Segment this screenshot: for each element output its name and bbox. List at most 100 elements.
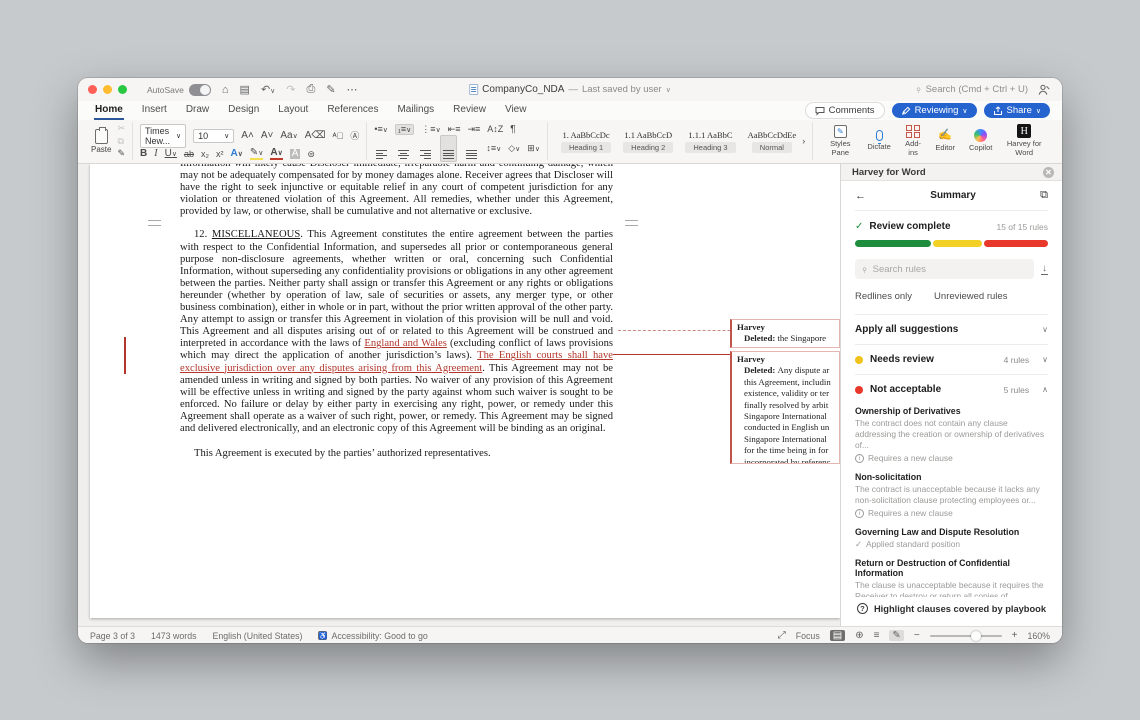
export-download-icon[interactable]: ↓ <box>1041 263 1048 275</box>
style-heading2[interactable]: 1.1 AaBbCcD Heading 2 <box>617 128 679 155</box>
numbering-icon[interactable]: ₁≡∨ <box>394 124 415 135</box>
tab-draw[interactable]: Draw <box>185 102 210 120</box>
format-painter-icon[interactable]: ✎ <box>117 149 125 158</box>
phonetic-guide-icon[interactable]: ᴬ⃞ <box>333 131 344 141</box>
distribute-button[interactable] <box>464 136 479 161</box>
highlight-color-icon[interactable]: ✎∨ <box>249 148 264 160</box>
tab-view[interactable]: View <box>504 102 528 120</box>
zoom-slider[interactable] <box>929 630 1002 641</box>
style-heading3[interactable]: 1.1.1 AaBbC Heading 3 <box>679 128 741 155</box>
grow-font-icon[interactable]: A˄ <box>241 131 254 141</box>
rules-search-input[interactable]: ⌕ <box>855 259 1034 279</box>
dictate-button[interactable]: Dictate <box>860 130 897 152</box>
draw-pen-icon[interactable]: ✎ <box>326 83 335 96</box>
undo-icon[interactable]: ↶∨ <box>261 83 275 96</box>
close-window-button[interactable] <box>88 85 97 94</box>
multilevel-list-icon[interactable]: ⋮≡∨ <box>421 125 440 135</box>
zoom-in-icon[interactable]: + <box>1012 630 1018 641</box>
rule-card[interactable]: Non-solicitation The contract is unaccep… <box>855 472 1048 518</box>
align-center-button[interactable] <box>396 136 411 161</box>
decrease-indent-icon[interactable]: ⇤≡ <box>448 125 461 134</box>
print-icon[interactable]: ⎙ <box>307 83 316 96</box>
underline-button[interactable]: U∨ <box>165 149 177 159</box>
styles-pane-button[interactable]: ✎ Styles Pane <box>820 124 860 157</box>
font-name-select[interactable]: Times New... ∨ <box>140 124 187 148</box>
saved-status[interactable]: Last saved by user <box>582 84 662 95</box>
open-in-window-icon[interactable]: ⧉ <box>1040 189 1048 202</box>
enclose-characters-icon[interactable]: ⊜ <box>307 149 315 159</box>
share-button[interactable]: Share ∨ <box>983 103 1050 118</box>
language-indicator[interactable]: English (United States) <box>212 631 302 641</box>
style-normal[interactable]: AaBbCcDdEe Normal <box>742 128 803 155</box>
subscript-button[interactable]: x₂ <box>201 149 209 159</box>
shrink-font-icon[interactable]: A˅ <box>261 131 274 141</box>
reviewing-button[interactable]: Reviewing ∨ <box>891 103 977 118</box>
clear-formatting-icon[interactable]: A⌫ <box>305 131 326 141</box>
home-icon[interactable]: ⌂ <box>222 84 229 96</box>
titlebar-search[interactable]: ⌕ Search (Cmd + Ctrl + U) <box>913 84 1028 96</box>
strikethrough-button[interactable]: ab <box>184 149 194 159</box>
print-layout-view-icon[interactable]: ▤ <box>829 630 846 641</box>
copy-icon[interactable]: ⧉ <box>117 136 125 146</box>
sort-icon[interactable]: A↕Z <box>487 125 503 134</box>
rule-card[interactable]: Ownership of Derivatives The contract do… <box>855 406 1048 463</box>
align-right-button[interactable] <box>418 136 433 161</box>
tracked-change-callout[interactable]: Harvey Deleted: the Singapore <box>730 319 840 348</box>
tab-layout[interactable]: Layout <box>277 102 309 120</box>
filter-redlines-only[interactable]: Redlines only <box>855 291 912 302</box>
line-spacing-icon[interactable]: ↕≡∨ <box>486 144 501 154</box>
zoom-window-button[interactable] <box>118 85 127 94</box>
cut-icon[interactable]: ✂ <box>117 124 125 133</box>
paste-button[interactable]: Paste <box>91 126 111 154</box>
show-paragraph-marks-icon[interactable]: ¶ <box>510 124 515 135</box>
document-text[interactable]: Information will likely cause Discloser … <box>180 164 613 460</box>
change-case-icon[interactable]: Aa∨ <box>280 131 297 141</box>
apply-all-suggestions-row[interactable]: Apply all suggestions ∨ <box>841 315 1062 344</box>
pen-tool-icon[interactable]: ✎ <box>889 630 904 641</box>
font-size-select[interactable]: 10 ∨ <box>193 129 235 143</box>
page-indicator[interactable]: Page 3 of 3 <box>90 631 135 641</box>
comments-button[interactable]: Comments <box>804 102 885 119</box>
rule-card[interactable]: Governing Law and Dispute Resolution ✓ Ap… <box>855 527 1048 549</box>
paragraph-shading-icon[interactable]: ◇∨ <box>508 144 520 154</box>
presence-share-icon[interactable] <box>1038 84 1050 96</box>
tab-home[interactable]: Home <box>94 102 124 120</box>
close-panel-icon[interactable]: ✕ <box>1043 166 1054 178</box>
editor-button[interactable]: ✍ Editor <box>928 129 962 152</box>
borders-icon[interactable]: ⊞∨ <box>527 144 540 154</box>
font-color-icon[interactable]: A∨ <box>270 148 283 160</box>
italic-button[interactable]: I <box>154 149 157 159</box>
document-page[interactable]: Information will likely cause Discloser … <box>90 164 840 618</box>
redo-icon[interactable]: ↷ <box>286 83 295 96</box>
back-arrow-icon[interactable]: ← <box>855 190 866 202</box>
shading-a-icon[interactable]: A <box>289 149 301 159</box>
bullets-icon[interactable]: •≡∨ <box>374 125 388 135</box>
rule-card[interactable]: Return or Destruction of Confidential In… <box>855 558 1048 597</box>
zoom-level[interactable]: 160% <box>1028 631 1051 641</box>
bold-button[interactable]: B <box>140 149 147 159</box>
tab-insert[interactable]: Insert <box>141 102 168 120</box>
draft-view-icon[interactable]: ≡ <box>874 630 880 641</box>
autosave-toggle[interactable] <box>188 83 211 96</box>
save-icon[interactable]: ▤ <box>240 83 250 96</box>
tracked-change-callout[interactable]: Harvey Deleted: Any dispute ar this Agre… <box>730 351 840 464</box>
needs-review-section[interactable]: Needs review 4 rules ∨ <box>841 345 1062 374</box>
more-commands-icon[interactable]: ⋯ <box>347 83 358 96</box>
expand-icon[interactable]: ⤢ <box>778 630 786 641</box>
styles-gallery-more-icon[interactable]: › <box>802 136 805 146</box>
zoom-out-icon[interactable]: − <box>914 630 920 641</box>
align-left-button[interactable] <box>374 136 389 161</box>
tab-mailings[interactable]: Mailings <box>396 102 435 120</box>
filter-unreviewed-rules[interactable]: Unreviewed rules <box>934 291 1007 302</box>
accessibility-status[interactable]: ♿ Accessibility: Good to go <box>318 631 428 641</box>
not-acceptable-section[interactable]: Not acceptable 5 rules ∧ <box>841 375 1062 404</box>
justify-button[interactable] <box>440 135 458 163</box>
minimize-window-button[interactable] <box>103 85 112 94</box>
focus-mode-button[interactable]: Focus <box>796 631 820 641</box>
style-heading1[interactable]: 1. AaBbCcDc Heading 1 <box>555 128 617 155</box>
copilot-button[interactable]: Copilot <box>962 129 999 153</box>
word-count[interactable]: 1473 words <box>151 631 196 641</box>
add-ins-button[interactable]: Add-ins <box>898 124 929 158</box>
web-layout-view-icon[interactable]: ⊕ <box>855 630 863 641</box>
harvey-addin-button[interactable]: H Harvey for Word <box>999 124 1049 157</box>
